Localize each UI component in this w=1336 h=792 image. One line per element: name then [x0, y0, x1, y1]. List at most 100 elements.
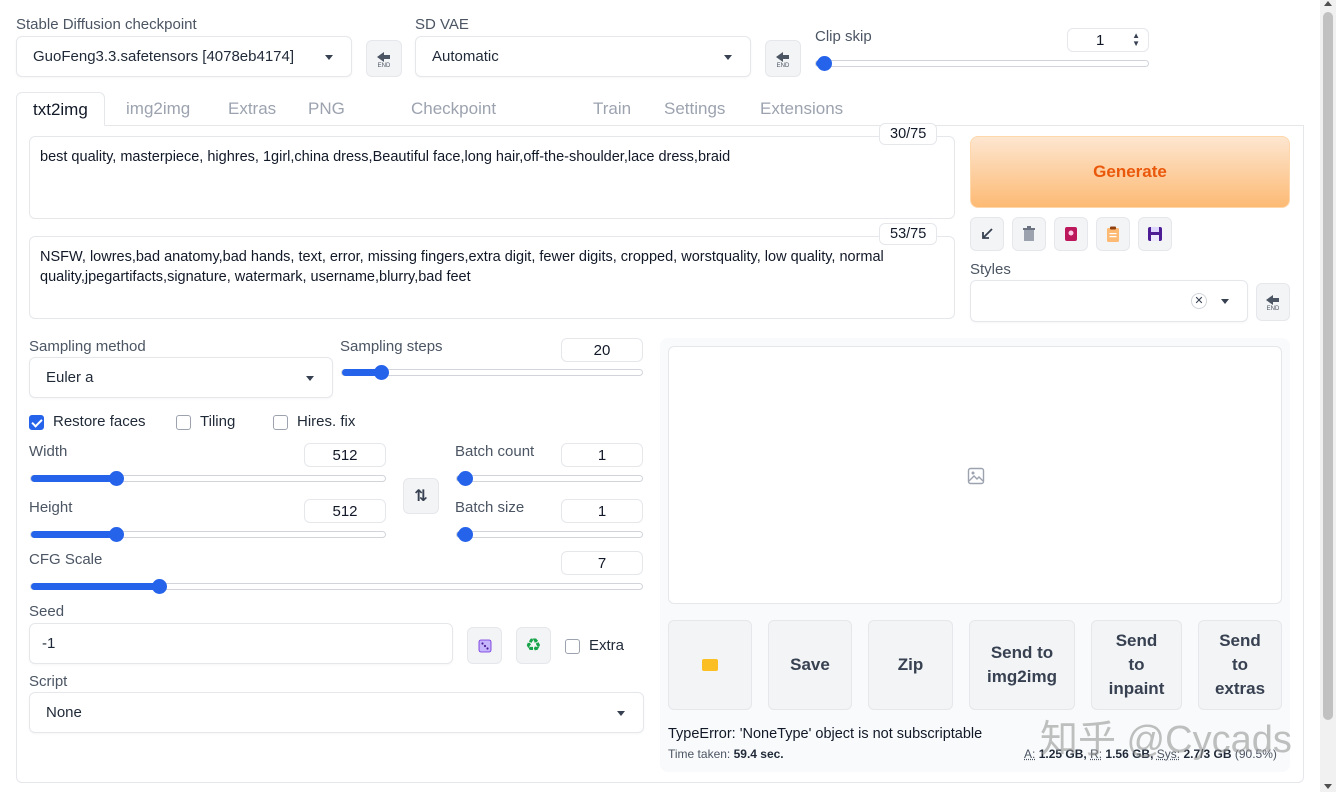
time-taken-value: 59.4 sec. — [733, 747, 784, 761]
restore-faces-label: Restore faces — [53, 413, 146, 430]
styles-dropdown[interactable]: ✕ — [970, 280, 1248, 322]
clear-icon[interactable]: ✕ — [1191, 293, 1207, 309]
swap-dimensions-button[interactable]: ⇅ — [403, 478, 439, 514]
styles-label: Styles — [970, 261, 1011, 278]
refresh-checkpoint-button[interactable]: END — [366, 40, 402, 77]
time-taken-label: Time taken: — [668, 747, 731, 761]
script-value: None — [46, 704, 82, 721]
tab-img2img[interactable]: img2img — [126, 92, 190, 126]
tiling-checkbox[interactable] — [176, 415, 191, 430]
restore-faces-checkbox[interactable] — [29, 415, 44, 430]
send-to-inpaint-button[interactable]: Send to inpaint — [1091, 620, 1182, 710]
random-seed-button[interactable] — [467, 627, 502, 664]
tab-png-info[interactable]: PNG Info — [308, 92, 345, 152]
refresh-styles-button[interactable]: END — [1256, 283, 1290, 321]
recycle-icon: ♻ — [525, 635, 542, 655]
positive-prompt-input[interactable]: best quality, masterpiece, highres, 1gir… — [29, 136, 955, 219]
sampling-method-value: Euler a — [46, 369, 94, 386]
tab-settings[interactable]: Settings — [664, 92, 725, 126]
height-slider[interactable] — [30, 527, 386, 542]
cfg-scale-label: CFG Scale — [29, 551, 103, 568]
trash-icon — [1023, 226, 1035, 241]
chevron-down-icon — [617, 710, 625, 716]
checkpoint-dropdown[interactable]: GuoFeng3.3.safetensors [4078eb4174] — [16, 36, 352, 77]
clear-prompt-button[interactable] — [1012, 217, 1046, 251]
height-input[interactable]: 512 — [304, 499, 386, 523]
sampling-steps-input[interactable]: 20 — [561, 338, 643, 362]
spinner-icon[interactable]: ▲ ▼ — [1132, 32, 1140, 48]
end-arrow-icon: END — [377, 51, 391, 69]
tab-extras[interactable]: Extras — [228, 92, 276, 126]
seed-input[interactable]: -1 — [29, 623, 453, 664]
clip-skip-slider[interactable] — [815, 56, 1149, 71]
tiling-label: Tiling — [200, 413, 236, 430]
scroll-down-icon[interactable] — [1324, 784, 1332, 789]
save-button[interactable]: Save — [768, 620, 852, 710]
image-placeholder-icon — [967, 467, 985, 485]
width-slider[interactable] — [30, 471, 386, 486]
vae-dropdown[interactable]: Automatic — [415, 36, 751, 77]
sampling-method-label: Sampling method — [29, 338, 146, 355]
time-taken: Time taken: 59.4 sec. — [668, 747, 784, 761]
chevron-down-icon — [1221, 299, 1229, 304]
folder-icon — [702, 659, 718, 671]
width-label: Width — [29, 443, 68, 460]
checkpoint-label: Stable Diffusion checkpoint — [16, 16, 197, 33]
clip-skip-value: 1 — [1096, 31, 1105, 49]
sampling-method-dropdown[interactable]: Euler a — [29, 357, 333, 398]
seed-label: Seed — [29, 603, 65, 620]
mem-a-label: A: — [1024, 747, 1036, 761]
script-label: Script — [29, 673, 68, 690]
width-input[interactable]: 512 — [304, 443, 386, 467]
batch-size-input[interactable]: 1 — [561, 499, 643, 523]
card-icon — [1065, 227, 1077, 241]
zip-button[interactable]: Zip — [868, 620, 953, 710]
send-to-img2img-button[interactable]: Send to img2img — [969, 620, 1075, 710]
hires-fix-checkbox[interactable] — [273, 415, 288, 430]
cfg-scale-slider[interactable] — [30, 579, 643, 594]
arrow-icon — [982, 228, 993, 239]
svg-text:END: END — [777, 63, 790, 69]
send-to-extras-button[interactable]: Send to extras — [1198, 620, 1282, 710]
chevron-down-icon — [325, 54, 333, 60]
negative-token-counter: 53/75 — [879, 223, 938, 245]
chevron-down-icon — [724, 54, 732, 60]
error-message: TypeError: 'NoneType' object is not subs… — [668, 726, 983, 742]
extra-networks-button[interactable] — [1054, 217, 1088, 251]
batch-count-input[interactable]: 1 — [561, 443, 643, 467]
scrollbar-thumb[interactable] — [1323, 12, 1333, 720]
batch-size-label: Batch size — [455, 499, 525, 516]
vae-value: Automatic — [432, 48, 499, 65]
positive-token-counter: 30/75 — [879, 123, 938, 145]
cfg-scale-input[interactable]: 7 — [561, 551, 643, 575]
save-style-button[interactable] — [1138, 217, 1172, 251]
batch-count-slider[interactable] — [456, 471, 643, 486]
clip-skip-input[interactable]: 1 ▲ ▼ — [1067, 28, 1149, 52]
open-folder-button[interactable] — [668, 620, 752, 710]
height-label: Height — [29, 499, 73, 516]
clip-skip-label: Clip skip — [815, 28, 872, 45]
end-arrow-icon: END — [1266, 295, 1280, 312]
tab-checkpoint-merger[interactable]: Checkpoint Merger — [411, 92, 496, 152]
refresh-vae-button[interactable]: END — [765, 40, 801, 77]
batch-size-slider[interactable] — [456, 527, 643, 542]
negative-prompt-input[interactable]: NSFW, lowres,bad anatomy,bad hands, text… — [29, 236, 955, 319]
tab-train[interactable]: Train — [593, 92, 631, 126]
extra-seed-checkbox[interactable] — [565, 639, 580, 654]
chevron-down-icon — [306, 375, 314, 381]
script-dropdown[interactable]: None — [29, 692, 644, 733]
reuse-seed-button[interactable]: ♻ — [516, 627, 551, 664]
apply-style-button[interactable] — [1096, 217, 1130, 251]
scroll-up-icon[interactable] — [1324, 1, 1332, 6]
sampling-steps-label: Sampling steps — [340, 338, 443, 355]
scrollbar[interactable] — [1320, 0, 1336, 792]
generate-button[interactable]: Generate — [970, 136, 1290, 208]
batch-count-label: Batch count — [455, 443, 535, 460]
output-image-area — [668, 346, 1282, 604]
svg-text:END: END — [378, 63, 391, 69]
sampling-steps-slider[interactable] — [341, 365, 643, 380]
tab-extensions[interactable]: Extensions — [760, 92, 843, 126]
watermark: 知乎 @Cycads — [1040, 719, 1292, 761]
read-params-button[interactable] — [970, 217, 1004, 251]
tab-txt2img[interactable]: txt2img — [16, 92, 105, 126]
